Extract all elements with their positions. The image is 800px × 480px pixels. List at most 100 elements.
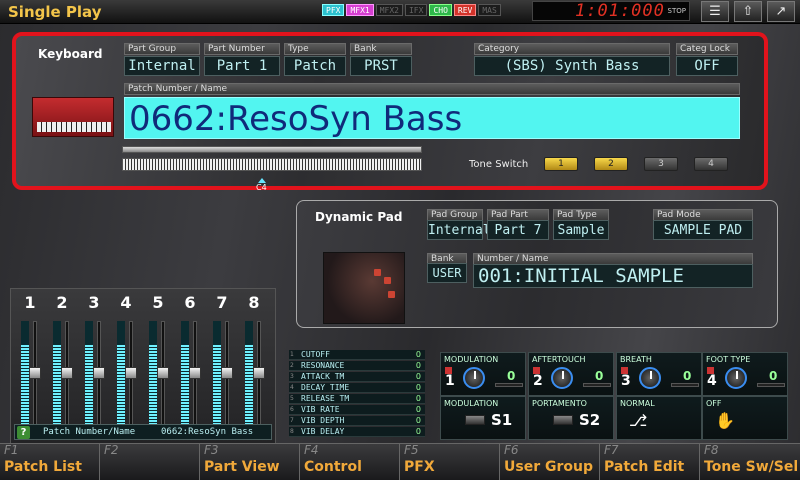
fx-ifx[interactable]: IFX bbox=[404, 4, 428, 16]
knob-breath[interactable]: BREATH 3 0 bbox=[616, 352, 702, 396]
level-meter bbox=[21, 321, 29, 429]
switch-button-icon[interactable] bbox=[553, 415, 573, 425]
switch-s1[interactable]: MODULATION S1 bbox=[440, 396, 526, 440]
mixer-channel-7[interactable]: 7 bbox=[207, 293, 237, 433]
fader-thumb[interactable] bbox=[221, 367, 233, 379]
knob-bar bbox=[495, 383, 523, 387]
pad-part-value[interactable]: Part 7 bbox=[487, 220, 549, 240]
keyboard-range-track[interactable] bbox=[122, 146, 422, 153]
pad-mode-value[interactable]: SAMPLE PAD bbox=[653, 220, 753, 240]
knob-icon[interactable] bbox=[551, 367, 573, 389]
param-row[interactable]: 1 CUTOFF 0 bbox=[289, 350, 425, 360]
list-button[interactable]: ☰ bbox=[701, 1, 729, 22]
f4-control-button[interactable]: F4 Control bbox=[300, 443, 400, 480]
up-button[interactable]: ⇧ bbox=[734, 1, 762, 22]
knob-aftertouch[interactable]: AFTERTOUCH 2 0 bbox=[528, 352, 614, 396]
pad-bank-value[interactable]: USER bbox=[427, 263, 467, 283]
patch-name-display[interactable]: 0662:ResoSyn Bass bbox=[124, 97, 740, 139]
mixer-channel-6[interactable]: 6 bbox=[175, 293, 205, 433]
type-value[interactable]: Patch bbox=[284, 56, 346, 76]
param-row[interactable]: 2 RESONANCE 0 bbox=[289, 361, 425, 371]
fader-thumb[interactable] bbox=[157, 367, 169, 379]
switch-s2[interactable]: PORTAMENTO S2 bbox=[528, 396, 614, 440]
fx-mfx2[interactable]: MFX2 bbox=[375, 4, 403, 16]
param-row[interactable]: 4 DECAY TIME 0 bbox=[289, 383, 425, 393]
param-label: VIB DELAY bbox=[301, 427, 345, 436]
fader-thumb[interactable] bbox=[189, 367, 201, 379]
part-mixer: 1 2 3 4 5 6 7 8 bbox=[10, 288, 276, 444]
hold-off[interactable]: OFF ✋ bbox=[702, 396, 788, 440]
tone-switch-4[interactable]: 4 bbox=[694, 157, 728, 171]
fader-thumb[interactable] bbox=[29, 367, 41, 379]
bank-value[interactable]: PRST bbox=[350, 56, 412, 76]
f2-button[interactable]: F2 bbox=[100, 443, 200, 480]
tone-switch-3[interactable]: 3 bbox=[644, 157, 678, 171]
param-row[interactable]: 3 ATTACK TM 0 bbox=[289, 372, 425, 382]
level-meter-fill bbox=[181, 345, 189, 429]
mixer-channel-2[interactable]: 2 bbox=[47, 293, 77, 433]
keyboard-keys[interactable] bbox=[122, 158, 422, 171]
fx-cho[interactable]: CHO bbox=[429, 4, 452, 16]
pad-name-value[interactable]: 001:INITIAL SAMPLE bbox=[473, 264, 753, 288]
param-row[interactable]: 6 VIB RATE 0 bbox=[289, 405, 425, 415]
param-value: 0 bbox=[415, 427, 421, 436]
param-index: 3 bbox=[290, 373, 294, 380]
fader-thumb[interactable] bbox=[125, 367, 137, 379]
f5-pfx-button[interactable]: F5 PFX bbox=[400, 443, 500, 480]
help-icon[interactable]: ? bbox=[17, 426, 30, 439]
tone-switch-2[interactable]: 2 bbox=[594, 157, 628, 171]
channel-number: 2 bbox=[56, 293, 68, 312]
dynamic-pad-title: Dynamic Pad bbox=[315, 210, 403, 224]
mixer-channel-1[interactable]: 1 bbox=[15, 293, 45, 433]
fader-thumb[interactable] bbox=[93, 367, 105, 379]
switch-text: S1 bbox=[491, 411, 513, 429]
mixer-channel-3[interactable]: 3 bbox=[79, 293, 109, 433]
param-label: ATTACK TM bbox=[301, 372, 345, 381]
fader-thumb[interactable] bbox=[61, 367, 73, 379]
category-label: Category bbox=[474, 43, 670, 55]
export-button[interactable]: ↗ bbox=[767, 1, 795, 22]
param-index: 4 bbox=[290, 384, 294, 391]
fader-thumb[interactable] bbox=[253, 367, 265, 379]
mixer-channel-4[interactable]: 4 bbox=[111, 293, 141, 433]
param-value: 0 bbox=[415, 405, 421, 414]
keyboard-range[interactable] bbox=[122, 146, 422, 174]
switch-button-icon[interactable] bbox=[465, 415, 485, 425]
pad-type-value[interactable]: Sample bbox=[553, 220, 609, 240]
knob-modulation[interactable]: MODULATION 1 0 bbox=[440, 352, 526, 396]
f6-user-group-button[interactable]: F6 User Group bbox=[500, 443, 600, 480]
fx-mfx1[interactable]: MFX1 bbox=[346, 4, 374, 16]
category-value[interactable]: (SBS) Synth Bass bbox=[474, 56, 670, 76]
knob-foot-type[interactable]: FOOT TYPE 4 0 bbox=[702, 352, 788, 396]
knob-icon[interactable] bbox=[463, 367, 485, 389]
level-meter bbox=[149, 321, 157, 429]
fx-pfx[interactable]: PFX bbox=[322, 4, 345, 16]
category-lock-value[interactable]: OFF bbox=[676, 56, 738, 76]
c4-label: C4 bbox=[256, 183, 267, 192]
knob-icon[interactable] bbox=[639, 367, 661, 389]
f3-part-view-button[interactable]: F3 Part View bbox=[200, 443, 300, 480]
part-group-value[interactable]: Internal bbox=[124, 56, 200, 76]
pedal-normal[interactable]: NORMAL ⎇ bbox=[616, 396, 702, 440]
param-row[interactable]: 8 VIB DELAY 0 bbox=[289, 427, 425, 437]
hold-label: OFF bbox=[706, 399, 722, 408]
fx-rev[interactable]: REV bbox=[453, 4, 477, 16]
transport-status: STOP bbox=[667, 7, 686, 15]
f1-patch-list-button[interactable]: F1 Patch List bbox=[0, 443, 100, 480]
part-number-value[interactable]: Part 1 bbox=[204, 56, 280, 76]
f8-tone-sw-sel-button[interactable]: F8 Tone Sw/Sel bbox=[700, 443, 800, 480]
param-label: VIB DEPTH bbox=[301, 416, 345, 425]
mixer-channel-8[interactable]: 8 bbox=[239, 293, 269, 433]
f7-patch-edit-button[interactable]: F7 Patch Edit bbox=[600, 443, 700, 480]
param-label: RESONANCE bbox=[301, 361, 345, 370]
tone-switch-1[interactable]: 1 bbox=[544, 157, 578, 171]
level-meter-fill bbox=[85, 345, 93, 429]
channel-number: 8 bbox=[248, 293, 260, 312]
mixer-channel-5[interactable]: 5 bbox=[143, 293, 173, 433]
pad-group-value[interactable]: Internal bbox=[427, 220, 491, 240]
knob-icon[interactable] bbox=[725, 367, 747, 389]
fx-mas[interactable]: MAS bbox=[478, 4, 501, 16]
param-row[interactable]: 7 VIB DEPTH 0 bbox=[289, 416, 425, 426]
param-row[interactable]: 5 RELEASE TM 0 bbox=[289, 394, 425, 404]
up-arrow-icon: ⇧ bbox=[742, 4, 754, 19]
